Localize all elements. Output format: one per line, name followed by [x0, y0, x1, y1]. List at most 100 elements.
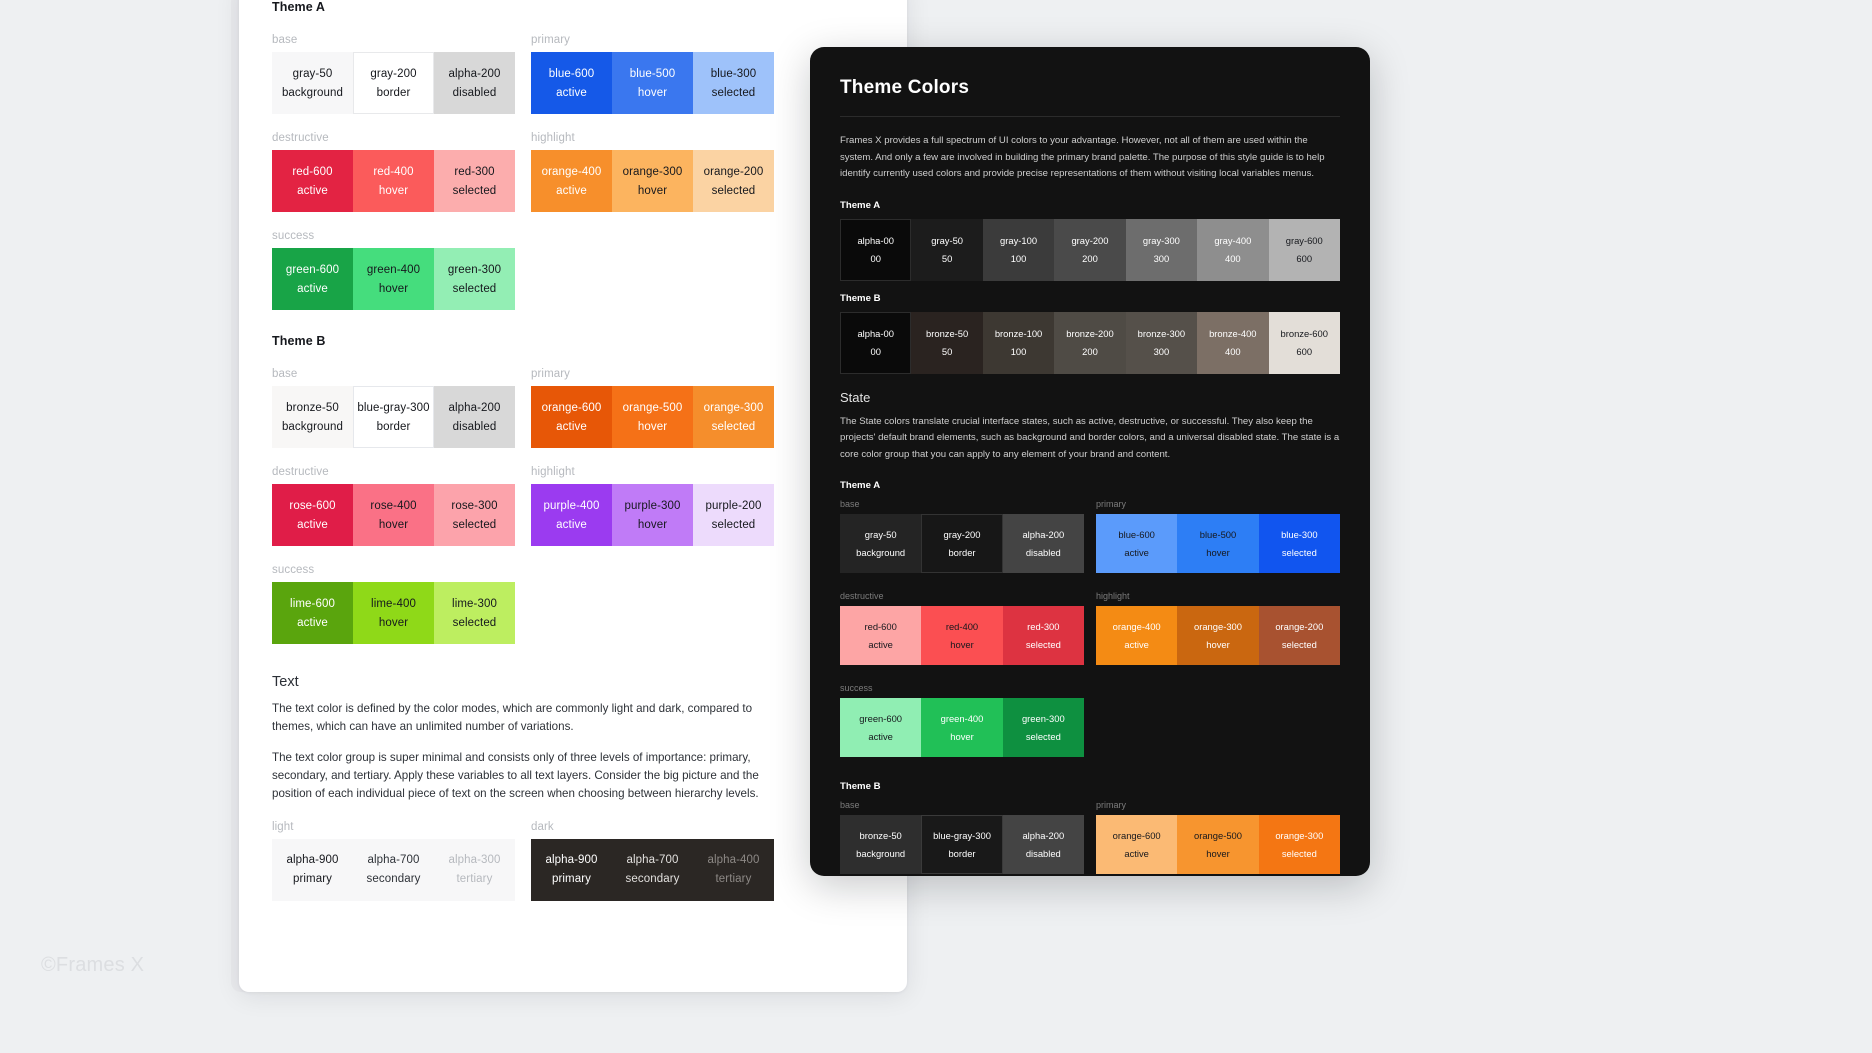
text-color-swatch[interactable]: alpha-700 secondary [612, 839, 693, 901]
dark-theme-a-swatch-row: alpha-00 00 gray-50 50 gray-100 100 gray-200 20… [840, 218, 1340, 281]
color-swatch[interactable]: orange-500 hover [612, 386, 693, 448]
swatch-group: base bronze-50 background blue-gray-300 bord… [840, 800, 1084, 874]
state-section-heading: State [840, 389, 871, 405]
swatch-group: primary orange-600 active orange-500 hover or… [531, 368, 774, 448]
color-swatch[interactable]: green-600 active [840, 698, 922, 757]
swatch-color-name: alpha-200 [448, 67, 501, 80]
color-swatch[interactable]: green-400 hover [353, 248, 434, 310]
swatch-role-label: hover [637, 420, 668, 433]
swatch-group-label: success [272, 230, 315, 242]
color-swatch[interactable]: blue-gray-300 border [921, 815, 1003, 874]
color-swatch[interactable]: gray-300 300 [1125, 218, 1198, 281]
color-swatch[interactable]: red-400 hover [921, 606, 1003, 665]
color-swatch[interactable]: rose-300 selected [434, 484, 515, 546]
color-swatch[interactable]: purple-400 active [531, 484, 612, 546]
color-swatch[interactable]: bronze-50 50 [911, 311, 983, 374]
color-swatch[interactable]: orange-200 selected [693, 150, 774, 212]
swatch-role-label: tertiary [456, 873, 493, 886]
color-swatch[interactable]: blue-500 hover [1177, 514, 1259, 573]
color-swatch[interactable]: red-400 hover [353, 150, 434, 212]
color-swatch[interactable]: red-300 selected [1002, 606, 1084, 665]
swatch-color-name: red-300 [454, 165, 495, 178]
text-color-swatch[interactable]: alpha-400 tertiary [693, 839, 774, 901]
swatch-role-label: active [556, 518, 587, 531]
color-swatch[interactable]: orange-400 active [1096, 606, 1178, 665]
swatch-role-label: 600 [1296, 253, 1313, 264]
color-swatch[interactable]: red-300 selected [434, 150, 515, 212]
color-swatch[interactable]: green-300 selected [434, 248, 515, 310]
color-swatch[interactable]: alpha-200 disabled [434, 52, 515, 114]
swatch-role-label: 00 [870, 346, 881, 357]
color-swatch[interactable]: blue-500 hover [612, 52, 693, 114]
color-swatch[interactable]: lime-300 selected [434, 582, 515, 644]
color-swatch[interactable]: blue-300 selected [1258, 514, 1340, 573]
state-section-paragraph: The State colors translate crucial inter… [840, 415, 1340, 460]
color-swatch[interactable]: gray-200 border [353, 52, 434, 114]
color-swatch[interactable]: purple-300 hover [612, 484, 693, 546]
color-swatch[interactable]: bronze-200 200 [1054, 311, 1126, 374]
color-swatch[interactable]: purple-200 selected [693, 484, 774, 546]
color-swatch[interactable]: bronze-50 background [840, 815, 922, 874]
color-swatch[interactable]: blue-600 active [531, 52, 612, 114]
color-swatch[interactable]: orange-500 hover [1177, 815, 1259, 874]
text-color-swatch[interactable]: alpha-900 primary [531, 839, 612, 901]
color-swatch[interactable]: orange-300 selected [693, 386, 774, 448]
color-swatch[interactable]: blue-600 active [1096, 514, 1178, 573]
swatch-row: green-600 active green-400 hover green-300 se… [272, 248, 515, 310]
color-swatch[interactable]: green-400 hover [921, 698, 1003, 757]
color-swatch[interactable]: gray-100 100 [982, 218, 1055, 281]
color-swatch[interactable]: red-600 active [840, 606, 922, 665]
color-swatch[interactable]: green-300 selected [1002, 698, 1084, 757]
color-swatch[interactable]: bronze-600 600 [1268, 311, 1340, 374]
color-swatch[interactable]: gray-50 background [272, 52, 353, 114]
screenshot-root: Theme A base gray-50 background gray-200 bor… [0, 0, 1872, 1053]
swatch-group: highlight orange-400 active orange-300 hover… [531, 132, 774, 212]
color-swatch[interactable]: gray-50 50 [911, 218, 983, 281]
color-swatch[interactable]: orange-400 active [531, 150, 612, 212]
dark-theme-b-block: Theme B alpha-00 00 bronze-50 50 bronze-100 1… [840, 293, 1340, 374]
color-swatch[interactable]: orange-300 hover [1177, 606, 1259, 665]
color-swatch[interactable]: alpha-200 disabled [1002, 514, 1084, 573]
color-swatch[interactable]: alpha-00 00 [840, 218, 912, 281]
color-swatch[interactable]: bronze-100 100 [982, 311, 1055, 374]
color-swatch[interactable]: rose-400 hover [353, 484, 434, 546]
color-swatch[interactable]: alpha-00 00 [840, 311, 912, 374]
swatch-color-name: orange-400 [1112, 621, 1161, 632]
dark-theme-a-heading: Theme A [840, 199, 881, 211]
swatch-group-label: success [272, 564, 315, 576]
text-color-swatch[interactable]: alpha-300 tertiary [434, 839, 515, 901]
swatch-row: red-600 active red-400 hover red-300 selected [272, 150, 515, 212]
color-swatch[interactable]: orange-300 hover [612, 150, 693, 212]
color-swatch[interactable]: gray-200 200 [1054, 218, 1126, 281]
color-swatch[interactable]: orange-600 active [1096, 815, 1178, 874]
swatch-color-name: green-300 [1021, 713, 1065, 724]
swatch-color-name: alpha-400 [707, 854, 760, 867]
color-swatch[interactable]: blue-gray-300 border [353, 386, 434, 448]
color-swatch[interactable]: orange-600 active [531, 386, 612, 448]
color-swatch[interactable]: bronze-50 background [272, 386, 353, 448]
color-swatch[interactable]: lime-400 hover [353, 582, 434, 644]
color-swatch[interactable]: bronze-300 300 [1125, 311, 1198, 374]
swatch-group: base gray-50 background gray-200 border alpha… [840, 499, 1084, 573]
color-swatch[interactable]: lime-600 active [272, 582, 353, 644]
color-swatch[interactable]: alpha-200 disabled [1002, 815, 1084, 874]
color-swatch[interactable]: red-600 active [272, 150, 353, 212]
color-swatch[interactable]: gray-200 border [921, 514, 1003, 573]
text-color-swatch[interactable]: alpha-700 secondary [353, 839, 434, 901]
color-swatch[interactable]: alpha-200 disabled [434, 386, 515, 448]
text-section-paragraph-1: The text color is defined by the color m… [272, 702, 753, 733]
color-swatch[interactable]: gray-400 400 [1197, 218, 1269, 281]
swatch-row: purple-400 active purple-300 hover purple-20… [531, 484, 774, 546]
swatch-color-name: alpha-300 [448, 854, 501, 867]
color-swatch[interactable]: gray-50 background [840, 514, 922, 573]
swatch-color-name: blue-300 [710, 67, 757, 80]
swatch-group: destructive rose-600 active rose-400 hover ro… [272, 466, 515, 546]
text-color-swatch[interactable]: alpha-900 primary [272, 839, 353, 901]
color-swatch[interactable]: rose-600 active [272, 484, 353, 546]
color-swatch[interactable]: green-600 active [272, 248, 353, 310]
color-swatch[interactable]: bronze-400 400 [1197, 311, 1269, 374]
color-swatch[interactable]: gray-600 600 [1268, 218, 1340, 281]
color-swatch[interactable]: orange-200 selected [1258, 606, 1340, 665]
color-swatch[interactable]: blue-300 selected [693, 52, 774, 114]
color-swatch[interactable]: orange-300 selected [1258, 815, 1340, 874]
